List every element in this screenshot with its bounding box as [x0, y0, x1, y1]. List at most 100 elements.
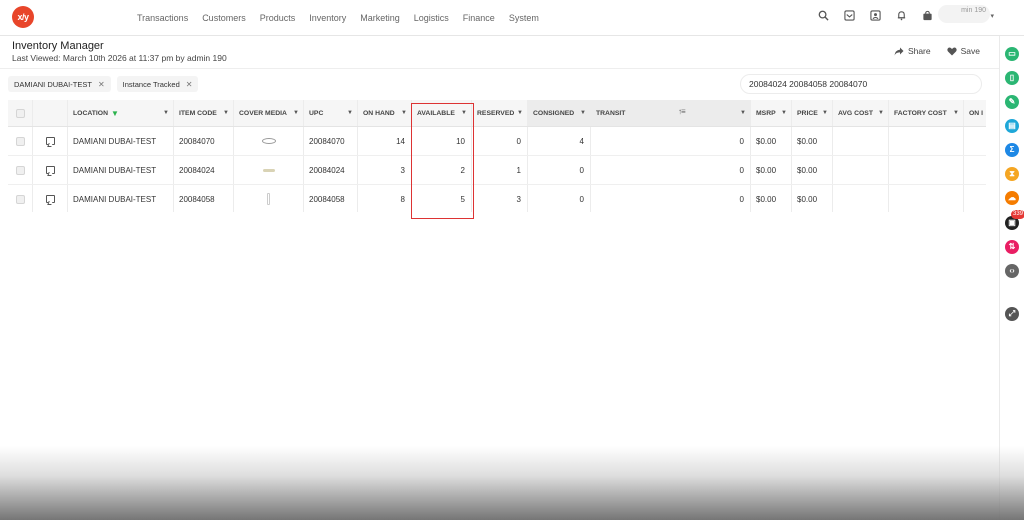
column-transit[interactable]: TRANSIT ↑≡ ▼ — [591, 100, 751, 126]
chevron-down-icon[interactable]: ▼ — [740, 110, 746, 116]
comment-icon[interactable] — [45, 166, 55, 174]
column-on-hand[interactable]: ON HAND ▼ — [358, 100, 412, 126]
chevron-down-icon[interactable]: ▼ — [822, 110, 828, 116]
cloud-upload-icon[interactable]: ☁ — [1005, 191, 1019, 205]
cell-location: DAMIANI DUBAI-TEST — [68, 185, 174, 212]
app-logo[interactable]: x/y — [12, 6, 34, 28]
column-location[interactable]: LOCATION ▼ ▼ — [68, 100, 174, 126]
column-upc[interactable]: UPC ▼ — [304, 100, 358, 126]
table-row[interactable]: DAMIANI DUBAI-TEST 20084024 20084024 3 2… — [8, 156, 986, 185]
column-label: TRANSIT — [596, 109, 626, 117]
cell-upc: 20084058 — [304, 185, 358, 212]
share-button[interactable]: Share — [894, 46, 931, 56]
menu-customers[interactable]: Customers — [202, 13, 246, 23]
menu-inventory[interactable]: Inventory — [309, 13, 346, 23]
column-on-i[interactable]: ON I — [964, 100, 986, 126]
menu-system[interactable]: System — [509, 13, 539, 23]
filter-chip-instance-tracked[interactable]: Instance Tracked ✕ — [116, 76, 199, 92]
close-icon[interactable]: ✕ — [186, 80, 193, 89]
expand-icon[interactable]: ⤢ — [1005, 307, 1019, 321]
close-icon[interactable]: ✕ — [98, 80, 105, 89]
chevron-down-icon[interactable]: ▼ — [223, 110, 229, 116]
column-label: COVER MEDIA — [239, 109, 287, 117]
comment-icon[interactable] — [45, 195, 55, 203]
cell-price: $0.00 — [792, 185, 833, 212]
search-icon[interactable] — [817, 10, 830, 23]
column-price[interactable]: PRICE ▼ — [792, 100, 833, 126]
column-avg-cost[interactable]: AVG COST ▼ — [833, 100, 889, 126]
column-item-code[interactable]: ITEM CODE ▼ — [174, 100, 234, 126]
column-label: RESERVED — [477, 109, 515, 117]
columns-icon[interactable]: ▯ — [1005, 71, 1019, 85]
chevron-down-icon[interactable]: ▼ — [163, 110, 169, 116]
menu-marketing[interactable]: Marketing — [360, 13, 400, 23]
cell-msrp: $0.00 — [751, 156, 792, 184]
search-input[interactable]: 20084024 20084058 20084070 — [740, 74, 982, 94]
table-row[interactable]: DAMIANI DUBAI-TEST 20084070 20084070 14 … — [8, 127, 986, 156]
chevron-down-icon[interactable]: ▾ — [990, 12, 994, 20]
row-checkbox[interactable] — [15, 165, 25, 175]
code-icon[interactable]: ‹› — [1005, 264, 1019, 278]
sigma-icon[interactable]: Σ — [1005, 143, 1019, 157]
filter-chip-location[interactable]: DAMIANI DUBAI-TEST ✕ — [8, 76, 111, 92]
column-cover-media[interactable]: COVER MEDIA ▼ — [234, 100, 304, 126]
cell-consigned: 0 — [528, 185, 591, 212]
menu-finance[interactable]: Finance — [463, 13, 495, 23]
hourglass-icon[interactable]: ⧗ — [1005, 167, 1019, 181]
table-header: LOCATION ▼ ▼ ITEM CODE ▼ COVER MEDIA ▼ UPC ▼ … — [8, 100, 986, 127]
cell-item-code: 20084024 — [174, 156, 234, 184]
chevron-down-icon[interactable]: ▼ — [293, 110, 299, 116]
cell-cover-media[interactable] — [234, 127, 304, 155]
last-viewed-text: Last Viewed: March 10th 2026 at 11:37 pm… — [12, 53, 227, 63]
chevron-down-icon[interactable]: ▼ — [781, 110, 787, 116]
chevron-down-icon[interactable]: ▼ — [953, 110, 959, 116]
user-menu[interactable]: min 190 — [938, 5, 990, 23]
column-reserved[interactable]: RESERVED ▼ — [472, 100, 528, 126]
cell-item-code: 20084070 — [174, 127, 234, 155]
menu-products[interactable]: Products — [260, 13, 296, 23]
transfer-icon[interactable]: ⇅ — [1005, 240, 1019, 254]
cell-cover-media[interactable] — [234, 156, 304, 184]
contacts-icon[interactable] — [869, 10, 882, 23]
column-msrp[interactable]: MSRP ▼ — [751, 100, 792, 126]
column-label: FACTORY COST — [894, 109, 947, 117]
cell-transit: 0 — [591, 127, 751, 155]
shopping-bag-icon[interactable] — [921, 10, 934, 23]
inbox-icon[interactable] — [843, 10, 856, 23]
chevron-down-icon[interactable]: ▼ — [401, 110, 407, 116]
chevron-down-icon[interactable]: ▼ — [580, 110, 586, 116]
chevron-down-icon[interactable]: ▼ — [517, 110, 523, 116]
save-button[interactable]: Save — [946, 46, 980, 56]
select-all-checkbox[interactable] — [15, 108, 25, 118]
chevron-down-icon[interactable]: ▼ — [347, 110, 353, 116]
menu-logistics[interactable]: Logistics — [414, 13, 449, 23]
chevron-down-icon[interactable]: ▼ — [878, 110, 884, 116]
column-factory-cost[interactable]: FACTORY COST ▼ — [889, 100, 964, 126]
cell-on-hand: 3 — [358, 156, 412, 184]
menu-transactions[interactable]: Transactions — [137, 13, 188, 23]
table-row[interactable]: DAMIANI DUBAI-TEST 20084058 20084058 8 5… — [8, 185, 986, 212]
cell-item-code: 20084058 — [174, 185, 234, 212]
bell-icon[interactable] — [895, 10, 908, 23]
card-icon[interactable]: ▭ — [1005, 47, 1019, 61]
nav-icons — [817, 10, 934, 23]
edit-icon[interactable]: ✎ — [1005, 95, 1019, 109]
column-consigned[interactable]: CONSIGNED ▼ — [528, 100, 591, 126]
row-checkbox[interactable] — [15, 136, 25, 146]
filter-icon[interactable]: ▼ — [111, 109, 119, 118]
cell-cover-media[interactable] — [234, 185, 304, 212]
comment-cell — [33, 156, 68, 184]
column-label: LOCATION — [73, 109, 108, 117]
cell-transit: 0 — [591, 185, 751, 212]
share-icon — [894, 47, 904, 55]
comment-icon[interactable] — [45, 137, 55, 145]
cell-msrp: $0.00 — [751, 185, 792, 212]
row-select-cell — [8, 185, 33, 212]
chip-label: Instance Tracked — [122, 79, 180, 89]
keyboard-icon[interactable]: ▤ — [1005, 119, 1019, 133]
top-navigation: x/y Transactions Customers Products Inve… — [0, 0, 1024, 36]
cell-on-hand: 14 — [358, 127, 412, 155]
row-checkbox[interactable] — [15, 194, 25, 204]
save-label: Save — [960, 46, 980, 56]
sort-icon[interactable]: ↑≡ — [678, 107, 686, 116]
